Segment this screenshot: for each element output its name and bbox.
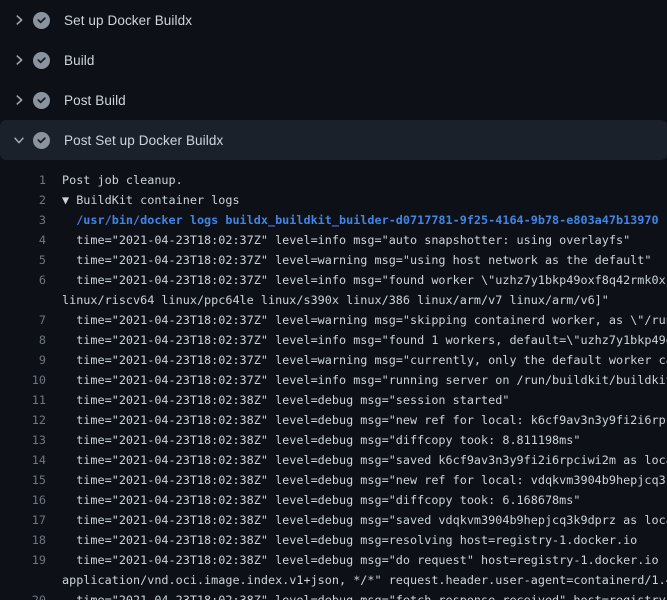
log-line-number[interactable]: 5: [0, 250, 46, 270]
log-line: linux/riscv64 linux/ppc64le linux/s390x …: [0, 290, 667, 310]
log-line-number[interactable]: 17: [0, 510, 46, 530]
chevron-down-icon: [11, 132, 27, 148]
log-line: 11 time="2021-04-23T18:02:38Z" level=deb…: [0, 390, 667, 410]
check-circle-icon: [33, 12, 50, 29]
log-group-toggle[interactable]: 2 ▼ BuildKit container logs: [0, 190, 667, 210]
log-line-number[interactable]: 14: [0, 450, 46, 470]
log-line-number[interactable]: 16: [0, 490, 46, 510]
step-name: Build: [64, 53, 95, 68]
log-line-text: time="2021-04-23T18:02:38Z" level=debug …: [62, 550, 667, 570]
log-line-number[interactable]: 2: [0, 190, 46, 210]
log-line: 15 time="2021-04-23T18:02:38Z" level=deb…: [0, 470, 667, 490]
log-line: 1 Post job cleanup.: [0, 170, 667, 190]
log-line: 13 time="2021-04-23T18:02:38Z" level=deb…: [0, 430, 667, 450]
github-actions-log-viewer: Set up Docker Buildx Build Post Build: [0, 0, 667, 600]
log-line-text: time="2021-04-23T18:02:38Z" level=debug …: [62, 450, 667, 470]
log-line: 6 time="2021-04-23T18:02:37Z" level=info…: [0, 270, 667, 290]
log-line-number[interactable]: 11: [0, 390, 46, 410]
chevron-right-icon: [11, 12, 27, 28]
log-line-text: time="2021-04-23T18:02:38Z" level=debug …: [62, 510, 667, 530]
log-line-text: time="2021-04-23T18:02:37Z" level=info m…: [62, 370, 667, 390]
log-line-text: time="2021-04-23T18:02:38Z" level=debug …: [62, 430, 580, 450]
log-line-text: linux/riscv64 linux/ppc64le linux/s390x …: [62, 290, 609, 310]
check-circle-icon: [33, 92, 50, 109]
log-line-text: time="2021-04-23T18:02:38Z" level=debug …: [62, 410, 667, 430]
step-section-header[interactable]: Set up Docker Buildx: [0, 0, 667, 40]
log-line: 3 /usr/bin/docker logs buildx_buildkit_b…: [0, 210, 667, 230]
log-line: 16 time="2021-04-23T18:02:38Z" level=deb…: [0, 490, 667, 510]
log-line-text: application/vnd.oci.image.index.v1+json,…: [62, 570, 667, 590]
log-line: 19 time="2021-04-23T18:02:38Z" level=deb…: [0, 550, 667, 570]
log-line-number[interactable]: 3: [0, 210, 46, 230]
log-line: 20 time="2021-04-23T18:02:38Z" level=deb…: [0, 590, 667, 600]
step-name: Post Set up Docker Buildx: [64, 133, 223, 148]
step-section-header[interactable]: Post Set up Docker Buildx: [0, 120, 667, 160]
log-line: application/vnd.oci.image.index.v1+json,…: [0, 570, 667, 590]
log-line-number[interactable]: 12: [0, 410, 46, 430]
log-line-number[interactable]: 1: [0, 170, 46, 190]
log-line-number[interactable]: 18: [0, 530, 46, 550]
log-line-number[interactable]: 13: [0, 430, 46, 450]
group-toggle-label: ▼ BuildKit container logs: [62, 190, 240, 210]
log-line: 9 time="2021-04-23T18:02:37Z" level=warn…: [0, 350, 667, 370]
log-line-text: time="2021-04-23T18:02:38Z" level=debug …: [62, 390, 509, 410]
log-line-text: time="2021-04-23T18:02:37Z" level=info m…: [62, 230, 630, 250]
log-line: 4 time="2021-04-23T18:02:37Z" level=info…: [0, 230, 667, 250]
log-line-number[interactable]: 15: [0, 470, 46, 490]
log-line-text: time="2021-04-23T18:02:37Z" level=info m…: [62, 270, 667, 290]
step-name: Post Build: [64, 93, 126, 108]
log-line: 14 time="2021-04-23T18:02:38Z" level=deb…: [0, 450, 667, 470]
log-line: 18 time="2021-04-23T18:02:38Z" level=deb…: [0, 530, 667, 550]
log-line-text: time="2021-04-23T18:02:37Z" level=warnin…: [62, 250, 652, 270]
log-line-number[interactable]: 4: [0, 230, 46, 250]
log-line-text: Post job cleanup.: [62, 170, 183, 190]
log-line-number[interactable]: 20: [0, 590, 46, 600]
step-section-list: Set up Docker Buildx Build Post Build: [0, 0, 667, 160]
log-line-text: time="2021-04-23T18:02:38Z" level=debug …: [62, 490, 580, 510]
log-content: 1 Post job cleanup. 2 ▼ BuildKit contain…: [0, 160, 667, 600]
chevron-right-icon: [11, 92, 27, 108]
log-line-text: time="2021-04-23T18:02:37Z" level=warnin…: [62, 310, 667, 330]
log-line-text: time="2021-04-23T18:02:38Z" level=debug …: [62, 470, 667, 490]
log-line-text: time="2021-04-23T18:02:38Z" level=debug …: [62, 530, 637, 550]
log-line-text: time="2021-04-23T18:02:37Z" level=info m…: [62, 330, 667, 350]
log-line-text: time="2021-04-23T18:02:38Z" level=debug …: [62, 590, 667, 600]
log-line: 7 time="2021-04-23T18:02:37Z" level=warn…: [0, 310, 667, 330]
log-line: 5 time="2021-04-23T18:02:37Z" level=warn…: [0, 250, 667, 270]
log-line-text: time="2021-04-23T18:02:37Z" level=warnin…: [62, 350, 667, 370]
log-line-number[interactable]: 19: [0, 550, 46, 570]
step-section-header[interactable]: Build: [0, 40, 667, 80]
log-line-number[interactable]: 9: [0, 350, 46, 370]
step-section-header[interactable]: Post Build: [0, 80, 667, 120]
log-line-number[interactable]: 7: [0, 310, 46, 330]
log-line-number[interactable]: [0, 570, 46, 590]
log-line-number[interactable]: [0, 290, 46, 310]
check-circle-icon: [33, 132, 50, 149]
log-line-number[interactable]: 10: [0, 370, 46, 390]
log-line-number[interactable]: 8: [0, 330, 46, 350]
log-line: 12 time="2021-04-23T18:02:38Z" level=deb…: [0, 410, 667, 430]
step-name: Set up Docker Buildx: [64, 13, 192, 28]
log-line-number[interactable]: 6: [0, 270, 46, 290]
log-line: 8 time="2021-04-23T18:02:37Z" level=info…: [0, 330, 667, 350]
log-line-text: /usr/bin/docker logs buildx_buildkit_bui…: [62, 210, 659, 230]
check-circle-icon: [33, 52, 50, 69]
chevron-right-icon: [11, 52, 27, 68]
log-line: 10 time="2021-04-23T18:02:37Z" level=inf…: [0, 370, 667, 390]
log-line: 17 time="2021-04-23T18:02:38Z" level=deb…: [0, 510, 667, 530]
